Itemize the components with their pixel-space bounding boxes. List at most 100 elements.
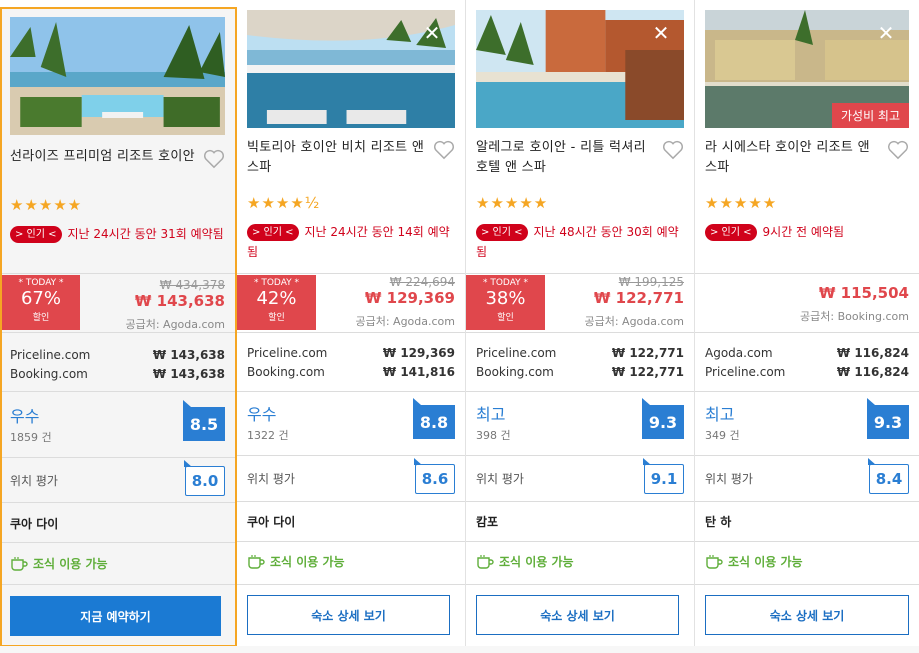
location-rating: 위치 평가 8.4 [705,458,909,495]
area-name: 캄포 [476,515,499,529]
current-price[interactable]: ₩ 115,504 [800,284,909,302]
today-label: * TODAY * [482,278,529,288]
divider [237,455,465,456]
coffee-cup-icon [706,554,723,569]
divider [237,391,465,392]
offer-row[interactable]: Priceline.com ₩ 122,771 [476,344,684,363]
heart-icon[interactable] [203,149,225,169]
offer-price: ₩ 141,816 [382,365,455,379]
rating-score: 9.3 [642,398,684,439]
offer-row[interactable]: Agoda.com ₩ 116,824 [705,344,909,363]
view-details-button[interactable]: 숙소 상세 보기 [247,595,450,635]
hotel-name[interactable]: 빅토리아 호이안 비치 리조트 앤 스파 [247,138,431,178]
offer-price: ₩ 116,824 [836,346,909,360]
star-rating: ★★★★½ [247,194,321,212]
book-now-button[interactable]: 지금 예약하기 [10,596,221,636]
divider [695,273,919,274]
heart-icon[interactable] [662,140,684,160]
area-name: 쿠아 다이 [247,515,296,529]
guest-rating[interactable]: 우수 1322 건 8.8 [247,398,455,445]
supplier: 공급처: Agoda.com [125,318,225,331]
discount-percent: 42% [256,288,297,309]
guest-rating[interactable]: 최고 398 건 9.3 [476,398,684,445]
divider [237,273,465,274]
offer-provider: Priceline.com [705,365,786,379]
coffee-cup-icon [248,554,265,569]
star-rating: ★★★★★ [705,194,778,212]
discount-word: 할인 [32,313,50,323]
popular-tag: > 인기 < [10,226,62,243]
divider [237,332,465,333]
close-icon[interactable]: ✕ [423,23,441,43]
original-price: ₩ 199,125 [618,275,684,289]
breakfast-info: 조식 이용 가능 [247,553,345,570]
view-details-button[interactable]: 숙소 상세 보기 [705,595,909,635]
divider [695,501,919,502]
offer-row[interactable]: Priceline.com ₩ 116,824 [705,363,909,382]
today-label: * TODAY * [18,278,64,288]
popular-tag: > 인기 < [476,224,528,241]
breakfast-info: 조식 이용 가능 [705,553,803,570]
price-box[interactable]: ₩ 434,378 ₩ 143,638 공급처: Agoda.com [125,278,225,332]
hotel-card[interactable]: ✕ 빅토리아 호이안 비치 리조트 앤 스파 ★★★★½ > 인기 < 지난 24… [237,0,466,646]
rating-score: 8.5 [183,400,225,441]
view-details-button[interactable]: 숙소 상세 보기 [476,595,679,635]
area-name: 쿠아 다이 [10,517,59,531]
rating-score: 9.3 [867,398,909,439]
breakfast-label: 조식 이용 가능 [499,555,574,569]
hotel-photo[interactable]: ✕ [476,10,684,128]
popular-notice: > 인기 < 지난 48시간 동안 30회 예약됨 [476,222,686,262]
close-icon[interactable]: ✕ [652,23,670,43]
offer-list: Agoda.com ₩ 116,824 Priceline.com ₩ 116,82… [705,344,909,382]
heart-icon[interactable] [887,140,909,160]
supplier: 공급처: Agoda.com [355,315,455,328]
hotel-photo[interactable] [10,17,225,135]
hotel-card[interactable]: ✕ 알레그로 호이안 - 리틀 럭셔리 호텔 앤 스파 ★★★★★ > 인기 <… [466,0,695,646]
hotel-card[interactable]: ✕ 가성비 최고 라 시에스타 호이안 리조트 앤 스파 ★★★★★ > 인기 … [695,0,919,646]
star-rating: ★★★★★ [476,194,549,212]
discount-percent: 67% [20,288,61,309]
divider [466,332,694,333]
hotel-name[interactable]: 알레그로 호이안 - 리틀 럭셔리 호텔 앤 스파 [476,138,660,178]
hotel-name[interactable]: 라 시에스타 호이안 리조트 앤 스파 [705,138,885,178]
location-score: 8.4 [868,458,909,494]
offer-row[interactable]: Priceline.com ₩ 143,638 [10,346,225,365]
divider [466,391,694,392]
price-box[interactable]: ₩ 199,125 ₩ 122,771 공급처: Agoda.com [584,275,684,329]
location-rating: 위치 평가 8.6 [247,458,455,495]
discount-percent: 38% [485,288,526,309]
divider [695,584,919,585]
area-name: 탄 하 [705,515,732,529]
popular-text: 지난 24시간 동안 31회 예약됨 [67,227,224,241]
hotel-photo[interactable]: ✕ 가성비 최고 [705,10,909,128]
offer-provider: Booking.com [476,365,554,379]
current-price[interactable]: ₩ 129,369 [355,289,455,307]
hotel-name[interactable]: 선라이즈 프리미엄 리조트 호이안 [10,147,201,167]
hotel-photo[interactable]: ✕ [247,10,455,128]
divider [466,584,694,585]
price-box[interactable]: ₩ 115,504 공급처: Booking.com [800,275,909,324]
offer-row[interactable]: Booking.com ₩ 143,638 [10,365,225,384]
hotel-card-selected[interactable]: 선라이즈 프리미엄 리조트 호이안 ★★★★★ > 인기 < 지난 24시간 동안… [0,7,237,647]
divider [466,273,694,274]
offer-row[interactable]: Booking.com ₩ 141,816 [247,363,455,382]
offer-provider: Booking.com [10,367,88,381]
divider [2,542,235,543]
current-price[interactable]: ₩ 143,638 [125,292,225,310]
guest-rating[interactable]: 우수 1859 건 8.5 [10,400,225,447]
guest-rating[interactable]: 최고 349 건 9.3 [705,398,909,445]
current-price[interactable]: ₩ 122,771 [584,289,684,307]
offer-row[interactable]: Booking.com ₩ 122,771 [476,363,684,382]
divider [237,584,465,585]
popular-text: 9시간 전 예약됨 [762,225,845,239]
bottom-edge [0,646,919,653]
price-box[interactable]: ₩ 224,694 ₩ 129,369 공급처: Agoda.com [355,275,455,329]
divider [695,391,919,392]
divider [2,273,235,274]
close-icon[interactable]: ✕ [877,23,895,43]
breakfast-info: 조식 이용 가능 [476,553,574,570]
heart-icon[interactable] [433,140,455,160]
offer-row[interactable]: Priceline.com ₩ 129,369 [247,344,455,363]
rating-score: 8.8 [413,398,455,439]
divider [695,455,919,456]
